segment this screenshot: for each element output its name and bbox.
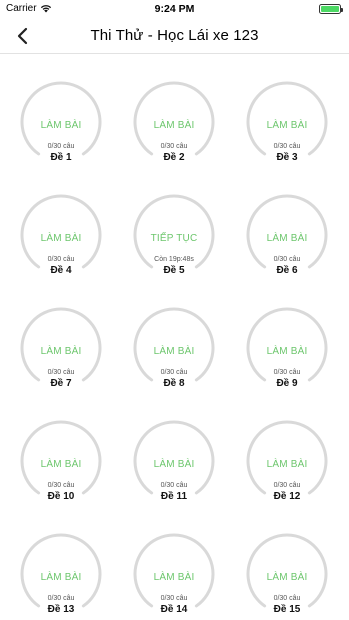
exam-action-label[interactable]: LÀM BÀI bbox=[11, 346, 111, 357]
exam-item[interactable]: LÀM BÀI 0/30 câu Đề 15 bbox=[237, 502, 337, 615]
exam-name: Đề 3 bbox=[276, 152, 298, 163]
exam-name: Đề 13 bbox=[47, 604, 75, 615]
exam-item[interactable]: LÀM BÀI 0/30 câu Đề 10 bbox=[11, 389, 111, 502]
exam-name: Đề 4 bbox=[50, 265, 72, 276]
exam-item[interactable]: LÀM BÀI 0/30 câu Đề 11 bbox=[124, 389, 224, 502]
exam-name: Đề 11 bbox=[160, 491, 188, 502]
exam-name: Đề 5 bbox=[163, 265, 185, 276]
exam-action-label[interactable]: LÀM BÀI bbox=[237, 572, 337, 583]
exam-name: Đề 7 bbox=[50, 378, 72, 389]
exam-progress-text: 0/30 câu bbox=[47, 595, 75, 602]
status-time: 9:24 PM bbox=[154, 3, 195, 15]
exam-item[interactable]: LÀM BÀI 0/30 câu Đề 9 bbox=[237, 276, 337, 389]
navigation-bar: Thi Thử - Học Lái xe 123 bbox=[0, 18, 349, 54]
exam-item[interactable]: TIẾP TỤC Còn 19p:48s Đề 5 bbox=[124, 163, 224, 276]
exam-action-label[interactable]: LÀM BÀI bbox=[11, 572, 111, 583]
exam-progress-text: Còn 19p:48s bbox=[154, 256, 194, 263]
exam-name: Đề 2 bbox=[163, 152, 185, 163]
exam-action-label[interactable]: LÀM BÀI bbox=[237, 233, 337, 244]
exam-progress-text: 0/30 câu bbox=[273, 369, 301, 376]
exam-name: Đề 10 bbox=[47, 491, 75, 502]
exam-item[interactable]: LÀM BÀI 0/30 câu Đề 8 bbox=[124, 276, 224, 389]
exam-item[interactable]: LÀM BÀI 0/30 câu Đề 1 bbox=[11, 54, 111, 163]
exam-item[interactable]: LÀM BÀI 0/30 câu Đề 2 bbox=[124, 54, 224, 163]
exam-item[interactable]: LÀM BÀI 0/30 câu Đề 7 bbox=[11, 276, 111, 389]
exam-action-label[interactable]: LÀM BÀI bbox=[237, 459, 337, 470]
exam-item[interactable]: LÀM BÀI 0/30 câu Đề 3 bbox=[237, 54, 337, 163]
status-bar: Carrier 9:24 PM bbox=[0, 0, 349, 18]
exam-progress-text: 0/30 câu bbox=[47, 256, 75, 263]
exam-action-label[interactable]: LÀM BÀI bbox=[124, 346, 224, 357]
exam-progress-text: 0/30 câu bbox=[160, 595, 188, 602]
exam-name: Đề 14 bbox=[160, 604, 188, 615]
exam-progress-text: 0/30 câu bbox=[273, 256, 301, 263]
exam-progress-text: 0/30 câu bbox=[160, 369, 188, 376]
exam-progress-text: 0/30 câu bbox=[47, 143, 75, 150]
exam-grid: LÀM BÀI 0/30 câu Đề 1 LÀM BÀI 0/30 câu Đề 2 LÀ… bbox=[0, 54, 349, 620]
exam-action-label[interactable]: LÀM BÀI bbox=[11, 233, 111, 244]
exam-progress-text: 0/30 câu bbox=[273, 143, 301, 150]
exam-item[interactable]: LÀM BÀI 0/30 câu Đề 14 bbox=[124, 502, 224, 615]
exam-progress-text: 0/30 câu bbox=[273, 595, 301, 602]
exam-item[interactable]: LÀM BÀI 0/30 câu Đề 13 bbox=[11, 502, 111, 615]
exam-item[interactable]: LÀM BÀI 0/30 câu Đề 4 bbox=[11, 163, 111, 276]
battery-icon bbox=[319, 4, 343, 14]
exam-action-label[interactable]: LÀM BÀI bbox=[237, 346, 337, 357]
exam-action-label[interactable]: TIẾP TỤC bbox=[124, 233, 224, 244]
exam-item[interactable]: LÀM BÀI 0/30 câu Đề 12 bbox=[237, 389, 337, 502]
exam-progress-text: 0/30 câu bbox=[47, 369, 75, 376]
exam-name: Đề 1 bbox=[50, 152, 72, 163]
exam-action-label[interactable]: LÀM BÀI bbox=[237, 120, 337, 131]
exam-action-label[interactable]: LÀM BÀI bbox=[11, 120, 111, 131]
exam-progress-text: 0/30 câu bbox=[160, 482, 188, 489]
exam-name: Đề 6 bbox=[276, 265, 298, 276]
exam-name: Đề 12 bbox=[273, 491, 301, 502]
exam-progress-text: 0/30 câu bbox=[160, 143, 188, 150]
exam-name: Đề 9 bbox=[276, 378, 298, 389]
exam-progress-text: 0/30 câu bbox=[47, 482, 75, 489]
exam-action-label[interactable]: LÀM BÀI bbox=[124, 120, 224, 131]
exam-item[interactable]: LÀM BÀI 0/30 câu Đề 6 bbox=[237, 163, 337, 276]
exam-name: Đề 15 bbox=[273, 604, 301, 615]
page-title: Thi Thử - Học Lái xe 123 bbox=[90, 27, 259, 44]
exam-action-label[interactable]: LÀM BÀI bbox=[11, 459, 111, 470]
exam-progress-text: 0/30 câu bbox=[273, 482, 301, 489]
exam-name: Đề 8 bbox=[163, 378, 185, 389]
exam-action-label[interactable]: LÀM BÀI bbox=[124, 572, 224, 583]
exam-action-label[interactable]: LÀM BÀI bbox=[124, 459, 224, 470]
